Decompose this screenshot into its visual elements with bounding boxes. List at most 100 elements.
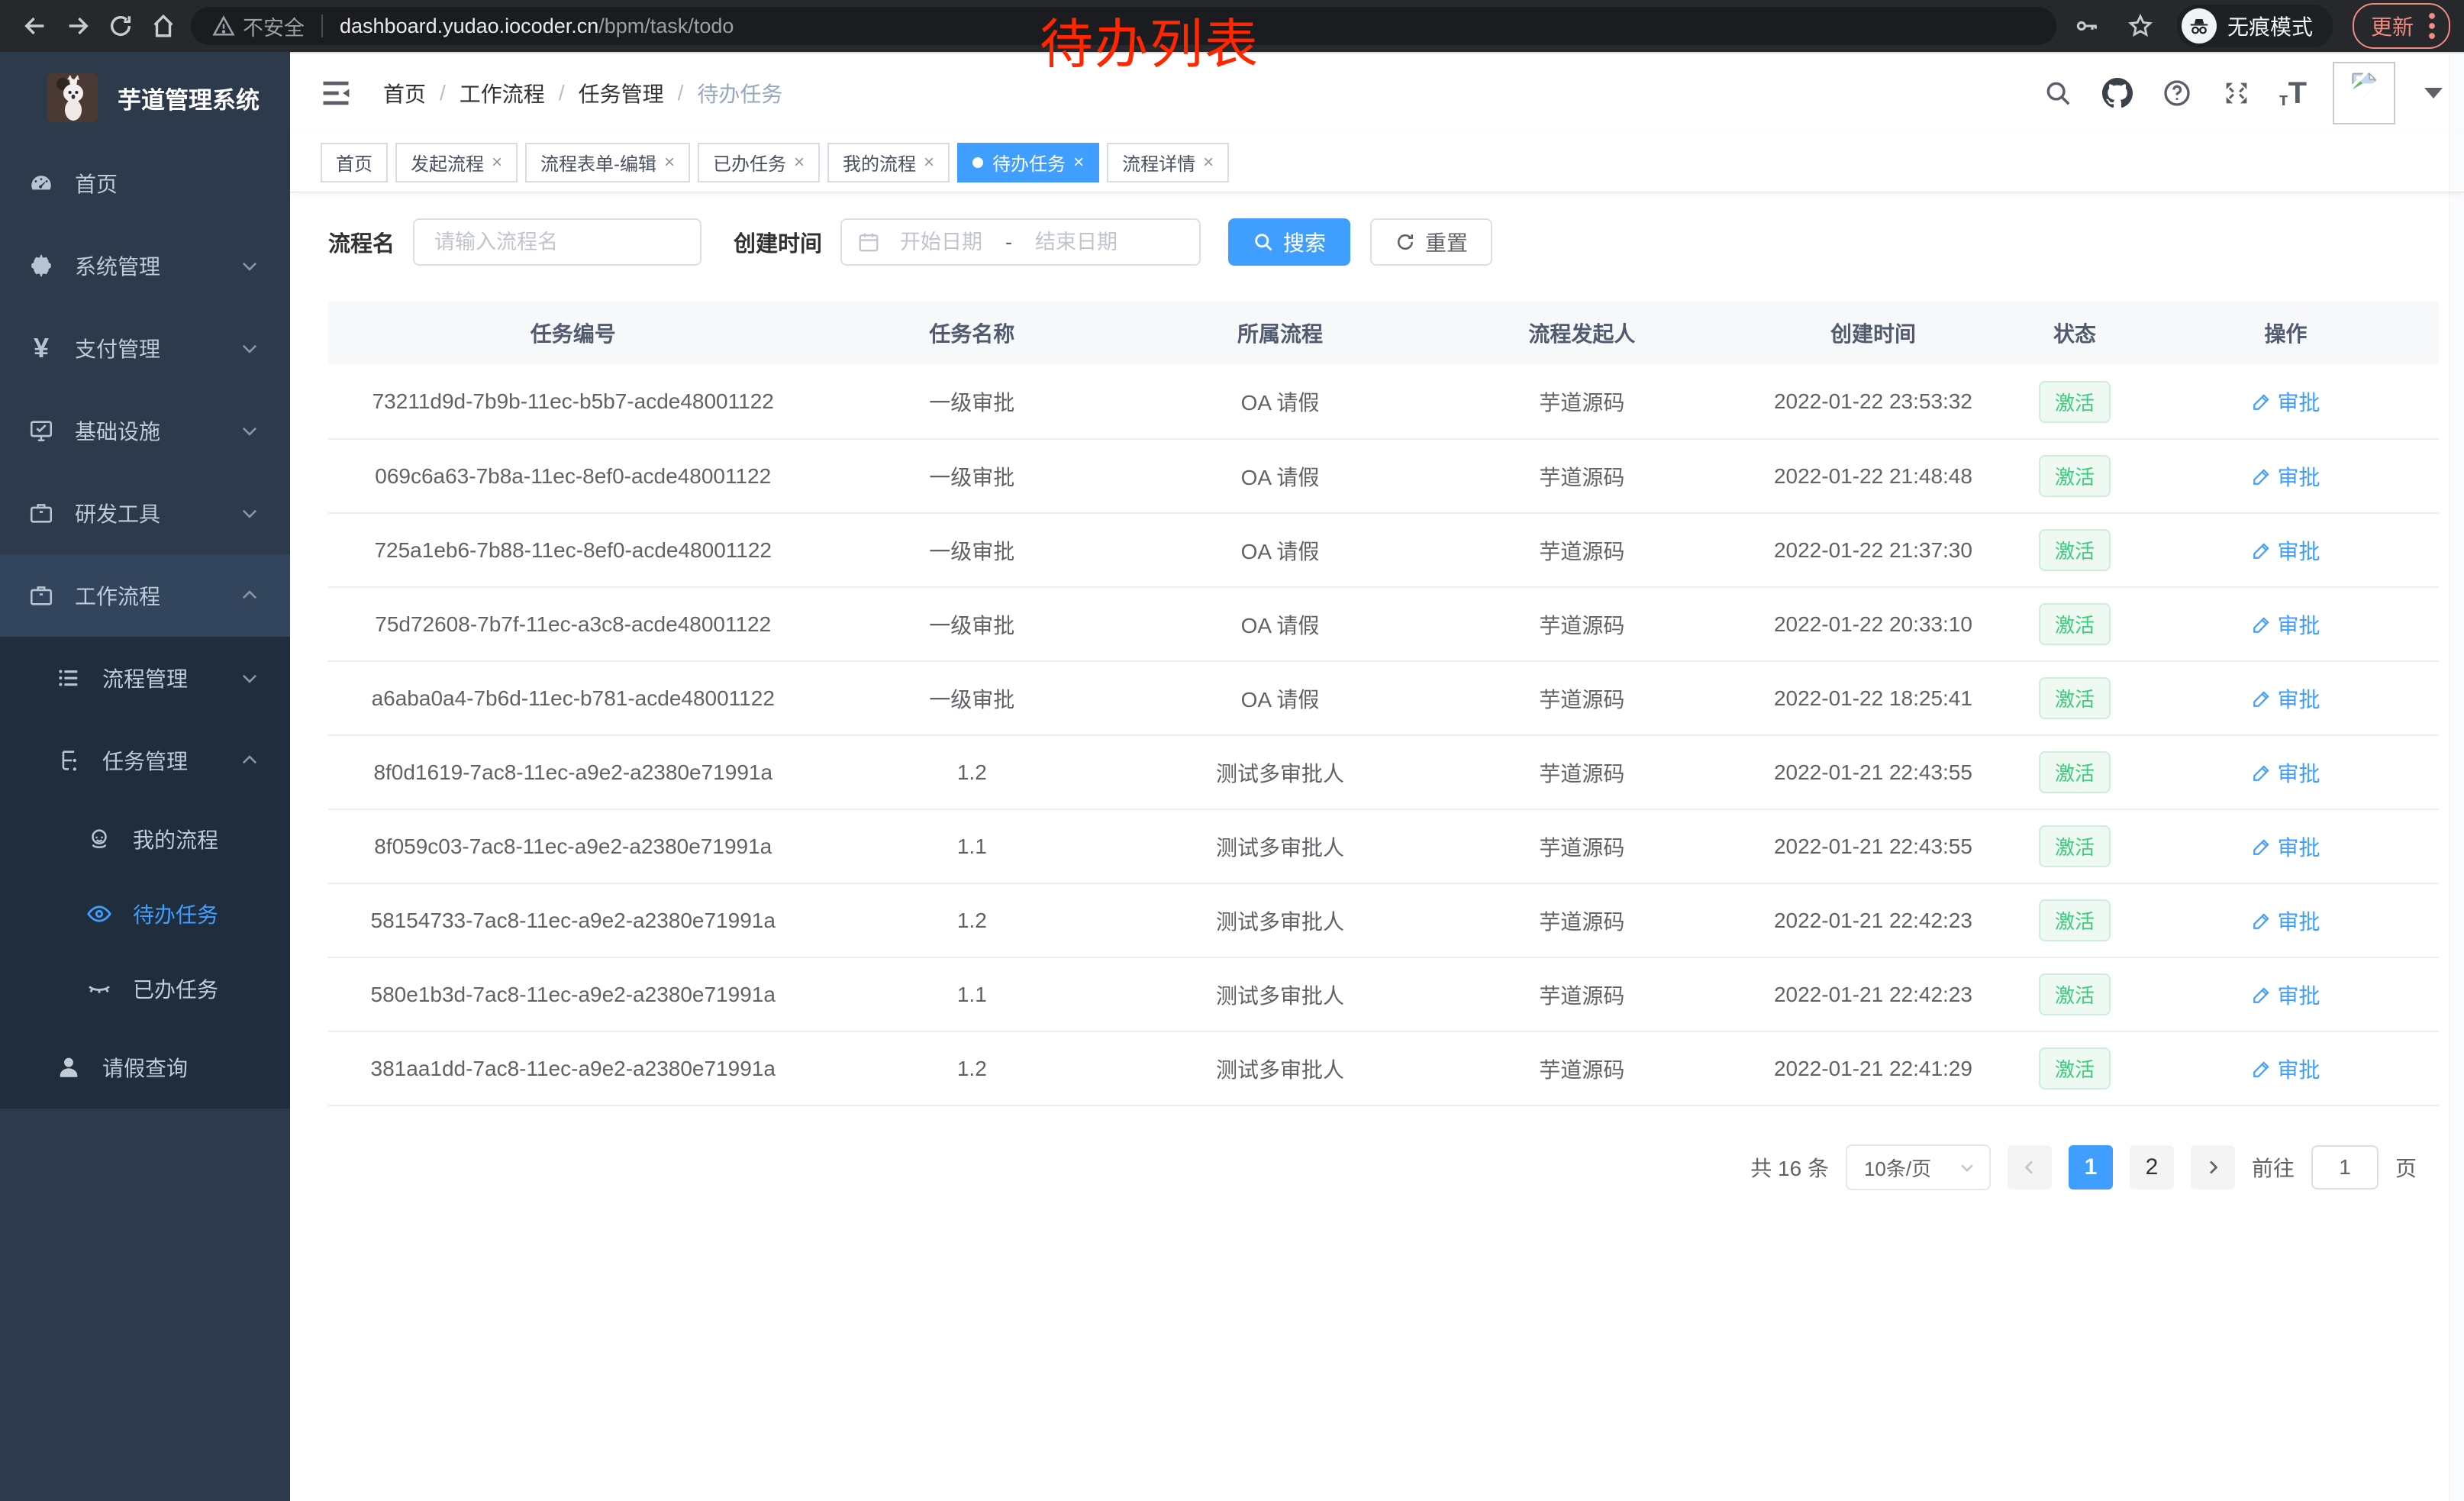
cell-created: 2022-01-22 23:53:32 <box>1730 365 2017 439</box>
search-button[interactable]: 搜索 <box>1228 218 1350 266</box>
scrollbar-track[interactable] <box>2449 53 2464 1501</box>
tab-process-detail[interactable]: 流程详情× <box>1107 143 1229 182</box>
sidebar-item-process-mgmt[interactable]: 流程管理 <box>0 637 290 719</box>
font-size-button[interactable]: тT <box>2279 76 2307 111</box>
avatar-caret-down-icon[interactable] <box>2424 88 2443 98</box>
pagination: 共 16 条 10条/页 1 2 前往 页 <box>328 1144 2417 1190</box>
start-date-input[interactable] <box>880 231 1002 254</box>
cell-process: OA 请假 <box>1126 513 1434 587</box>
approve-button[interactable]: 审批 <box>2252 831 2320 862</box>
edit-pencil-icon <box>2252 466 2272 486</box>
github-icon <box>2102 78 2133 108</box>
close-icon[interactable]: × <box>1203 152 1214 173</box>
close-icon[interactable]: × <box>924 152 934 173</box>
sidebar-item-my-process[interactable]: 我的流程 <box>0 802 290 876</box>
sidebar-item-infrastructure[interactable]: 基础设施 <box>0 389 290 472</box>
tab-home[interactable]: 首页 <box>321 143 388 182</box>
approve-button[interactable]: 审批 <box>2252 1054 2320 1084</box>
sidebar-item-leave-query[interactable]: 请假查询 <box>0 1026 290 1109</box>
sidebar-item-workflow[interactable]: 工作流程 <box>0 554 290 637</box>
sidebar-collapse-button[interactable] <box>319 76 353 110</box>
tab-form-edit[interactable]: 流程表单-编辑× <box>525 143 690 182</box>
site-security[interactable]: 不安全 <box>212 11 305 41</box>
cell-process: 测试多审批人 <box>1126 957 1434 1031</box>
cell-created: 2022-01-21 22:41:29 <box>1730 1031 2017 1106</box>
approve-label: 审批 <box>2278 757 2320 788</box>
close-icon[interactable]: × <box>492 152 502 173</box>
breadcrumb-task-mgmt[interactable]: 任务管理 <box>579 78 664 108</box>
chevron-left-icon <box>2021 1158 2039 1177</box>
browser-reload-button[interactable] <box>99 5 142 47</box>
breadcrumb-home[interactable]: 首页 <box>383 78 426 108</box>
calendar-icon <box>857 231 880 253</box>
page-1-button[interactable]: 1 <box>2069 1145 2113 1190</box>
header-search-button[interactable] <box>2041 76 2075 110</box>
approve-button[interactable]: 审批 <box>2252 535 2320 566</box>
help-button[interactable] <box>2160 76 2194 110</box>
edit-pencil-icon <box>2252 689 2272 709</box>
page-2-button[interactable]: 2 <box>2130 1145 2174 1190</box>
sidebar-item-done-tasks[interactable]: 已办任务 <box>0 951 290 1026</box>
prev-page-button[interactable] <box>2008 1145 2052 1190</box>
yen-icon: ¥ <box>27 334 55 362</box>
tab-done-tasks[interactable]: 已办任务× <box>698 143 820 182</box>
approve-button[interactable]: 审批 <box>2252 757 2320 788</box>
tab-start-process[interactable]: 发起流程× <box>395 143 518 182</box>
browser-home-button[interactable] <box>142 5 185 47</box>
sidebar-item-todo-tasks[interactable]: 待办任务 <box>0 876 290 951</box>
close-icon[interactable]: × <box>664 152 675 173</box>
sidebar-item-label: 待办任务 <box>133 899 218 929</box>
github-link-button[interactable] <box>2101 76 2134 110</box>
sidebar-item-home[interactable]: 首页 <box>0 142 290 224</box>
cell-task-name: 1.2 <box>818 883 1126 957</box>
approve-label: 审批 <box>2278 535 2320 566</box>
browser-update-menu-button[interactable]: 更新 <box>2353 3 2450 49</box>
breadcrumb-workflow[interactable]: 工作流程 <box>460 78 545 108</box>
close-icon[interactable]: × <box>1073 152 1084 173</box>
url-path: /bpm/task/todo <box>598 15 734 37</box>
browser-back-button[interactable] <box>14 5 56 47</box>
password-key-button[interactable] <box>2070 9 2104 43</box>
bookmark-star-button[interactable] <box>2124 9 2157 43</box>
process-name-input[interactable] <box>413 218 701 266</box>
cell-task-name: 一级审批 <box>818 661 1126 735</box>
end-date-input[interactable] <box>1015 231 1137 254</box>
approve-button[interactable]: 审批 <box>2252 683 2320 714</box>
tab-todo-tasks[interactable]: 待办任务× <box>957 143 1099 182</box>
approve-button[interactable]: 审批 <box>2252 461 2320 492</box>
tab-my-process[interactable]: 我的流程× <box>827 143 950 182</box>
cell-initiator: 芋道源码 <box>1434 513 1730 587</box>
browser-forward-button[interactable] <box>56 5 99 47</box>
goto-page-input[interactable] <box>2311 1145 2379 1190</box>
approve-button[interactable]: 审批 <box>2252 905 2320 936</box>
sidebar-item-system[interactable]: 系统管理 <box>0 224 290 307</box>
edit-pencil-icon <box>2252 1059 2272 1079</box>
active-tab-dot <box>972 157 983 168</box>
reset-button[interactable]: 重置 <box>1370 218 1492 266</box>
approve-button[interactable]: 审批 <box>2252 980 2320 1010</box>
date-range-picker[interactable]: - <box>840 218 1201 266</box>
cell-process: OA 请假 <box>1126 587 1434 661</box>
avatar[interactable] <box>2333 62 2395 124</box>
cell-created: 2022-01-22 21:37:30 <box>1730 513 2017 587</box>
cell-process: OA 请假 <box>1126 365 1434 439</box>
fullscreen-button[interactable] <box>2220 76 2253 110</box>
sidebar-item-payment[interactable]: ¥ 支付管理 <box>0 307 290 389</box>
page-size-select[interactable]: 10条/页 <box>1846 1144 1991 1190</box>
sidebar-spacer <box>0 1109 290 1501</box>
approve-button[interactable]: 审批 <box>2252 386 2320 417</box>
next-page-button[interactable] <box>2191 1145 2235 1190</box>
more-vert-icon <box>2427 12 2437 40</box>
cell-task-id: 725a1eb6-7b88-11ec-8ef0-acde48001122 <box>328 513 818 587</box>
cell-task-id: 75d72608-7b7f-11ec-a3c8-acde48001122 <box>328 587 818 661</box>
approve-button[interactable]: 审批 <box>2252 609 2320 640</box>
status-badge: 激活 <box>2039 529 2111 571</box>
approve-label: 审批 <box>2278 386 2320 417</box>
app-logo-row[interactable]: 芋道管理系统 <box>0 52 290 142</box>
cell-initiator: 芋道源码 <box>1434 365 1730 439</box>
close-icon[interactable]: × <box>794 152 805 173</box>
sidebar-item-task-mgmt[interactable]: 任务管理 <box>0 719 290 802</box>
sidebar-item-devtools[interactable]: 研发工具 <box>0 472 290 554</box>
fullscreen-icon <box>2221 78 2252 108</box>
breadcrumb-separator: / <box>559 81 565 105</box>
